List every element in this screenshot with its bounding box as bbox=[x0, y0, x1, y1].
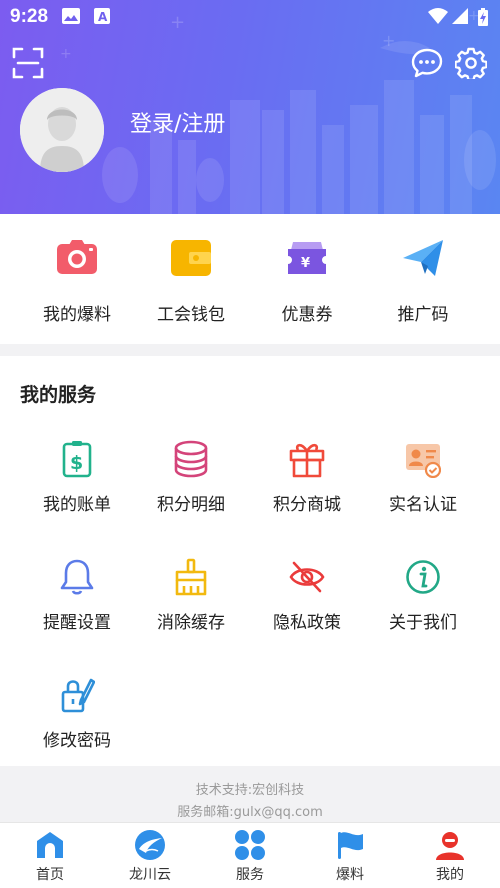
section-title: 我的服务 bbox=[20, 384, 97, 406]
support-info: 技术支持:宏创科技 服务邮箱:gulx@qq.com bbox=[0, 780, 500, 824]
service-about-us[interactable]: 关于我们 bbox=[363, 558, 483, 668]
status-bar: 9:28 A bbox=[0, 0, 500, 34]
gift-icon bbox=[289, 443, 325, 478]
home-icon bbox=[37, 832, 63, 858]
service-real-name-auth[interactable]: 实名认证 bbox=[363, 440, 483, 550]
broom-icon bbox=[175, 558, 207, 596]
wallet-icon bbox=[171, 240, 211, 276]
svg-text:A: A bbox=[98, 10, 108, 24]
service-my-bill[interactable]: $ 我的账单 bbox=[17, 440, 137, 550]
service-label: 修改密码 bbox=[43, 731, 111, 751]
camera-icon bbox=[57, 240, 97, 274]
tab-label: 首页 bbox=[36, 867, 64, 883]
grid-petals-icon bbox=[235, 830, 265, 860]
bell-icon bbox=[60, 559, 94, 595]
tab-home[interactable]: 首页 bbox=[0, 823, 100, 888]
tab-label: 我的 bbox=[436, 867, 464, 883]
status-time: 9:28 bbox=[10, 6, 49, 27]
service-points-mall[interactable]: 积分商城 bbox=[247, 440, 367, 550]
service-label: 提醒设置 bbox=[43, 613, 111, 633]
quick-action-union-wallet[interactable]: 工会钱包 bbox=[131, 214, 251, 344]
lock-edit-icon bbox=[61, 678, 95, 713]
service-label: 消除缓存 bbox=[157, 613, 225, 633]
service-label: 积分明细 bbox=[157, 495, 225, 515]
scan-icon[interactable] bbox=[12, 47, 44, 79]
gallery-icon bbox=[62, 8, 80, 24]
quick-action-promo-code[interactable]: 推广码 bbox=[363, 214, 483, 344]
bottom-tab-bar: 首页 龙川云 服务 爆料 我的 bbox=[0, 822, 500, 888]
font-a-icon: A bbox=[94, 8, 110, 24]
svg-text:+: + bbox=[60, 46, 72, 62]
service-label: 关于我们 bbox=[389, 613, 457, 633]
quick-action-my-tipoffs[interactable]: 我的爆料 bbox=[17, 214, 137, 344]
default-avatar-icon bbox=[20, 88, 104, 172]
my-services-panel: 我的服务 $ 我的账单 积分明细 积分商城 实名认证 提醒设置 消除缓存 隐私政… bbox=[0, 356, 500, 766]
eye-off-icon bbox=[289, 561, 325, 593]
bill-icon: $ bbox=[62, 441, 92, 478]
paper-plane-icon bbox=[403, 240, 443, 276]
service-label: 积分商城 bbox=[273, 495, 341, 515]
tab-label: 龙川云 bbox=[129, 867, 171, 883]
quick-action-label: 推广码 bbox=[397, 305, 449, 325]
battery-icon bbox=[478, 8, 488, 26]
quick-action-label: 我的爆料 bbox=[43, 305, 111, 325]
tab-label: 爆料 bbox=[336, 867, 364, 883]
id-card-icon bbox=[406, 444, 441, 478]
service-change-password[interactable]: 修改密码 bbox=[17, 676, 137, 786]
tab-mine[interactable]: 我的 bbox=[400, 823, 500, 888]
quick-action-label: 优惠券 bbox=[281, 305, 333, 325]
signal-icon bbox=[452, 8, 468, 24]
tech-support-text: 技术支持:宏创科技 bbox=[195, 783, 305, 798]
service-email-text: 服务邮箱:gulx@qq.com bbox=[177, 805, 323, 820]
service-clear-cache[interactable]: 消除缓存 bbox=[131, 558, 251, 668]
coins-stack-icon bbox=[174, 440, 208, 478]
service-reminder-settings[interactable]: 提醒设置 bbox=[17, 558, 137, 668]
cloud-logo-icon bbox=[135, 830, 165, 860]
flag-icon bbox=[338, 832, 363, 859]
quick-action-label: 工会钱包 bbox=[157, 305, 225, 325]
service-label: 我的账单 bbox=[43, 495, 111, 515]
avatar[interactable] bbox=[20, 88, 104, 172]
wifi-icon bbox=[428, 8, 448, 24]
quick-actions-panel: 我的爆料 工会钱包 ¥ 优惠券 推广码 bbox=[0, 214, 500, 344]
svg-text:¥: ¥ bbox=[301, 256, 310, 271]
svg-text:$: $ bbox=[70, 452, 83, 474]
user-icon bbox=[436, 832, 464, 860]
chat-bubble-icon[interactable] bbox=[411, 47, 443, 79]
service-privacy-policy[interactable]: 隐私政策 bbox=[247, 558, 367, 668]
gear-icon[interactable] bbox=[455, 47, 487, 79]
profile-header: + + + + 9:28 A 登录/注册 bbox=[0, 0, 500, 214]
login-register-link[interactable]: 登录/注册 bbox=[130, 106, 225, 138]
quick-action-coupons[interactable]: ¥ 优惠券 bbox=[247, 214, 367, 344]
tab-tipoffs[interactable]: 爆料 bbox=[300, 823, 400, 888]
info-icon bbox=[406, 560, 440, 594]
service-label: 实名认证 bbox=[389, 495, 457, 515]
service-label: 隐私政策 bbox=[273, 613, 341, 633]
tab-services[interactable]: 服务 bbox=[200, 823, 300, 888]
service-points-detail[interactable]: 积分明细 bbox=[131, 440, 251, 550]
tab-longchuan-cloud[interactable]: 龙川云 bbox=[100, 823, 200, 888]
coupon-icon: ¥ bbox=[288, 242, 326, 274]
tab-label: 服务 bbox=[236, 867, 264, 883]
